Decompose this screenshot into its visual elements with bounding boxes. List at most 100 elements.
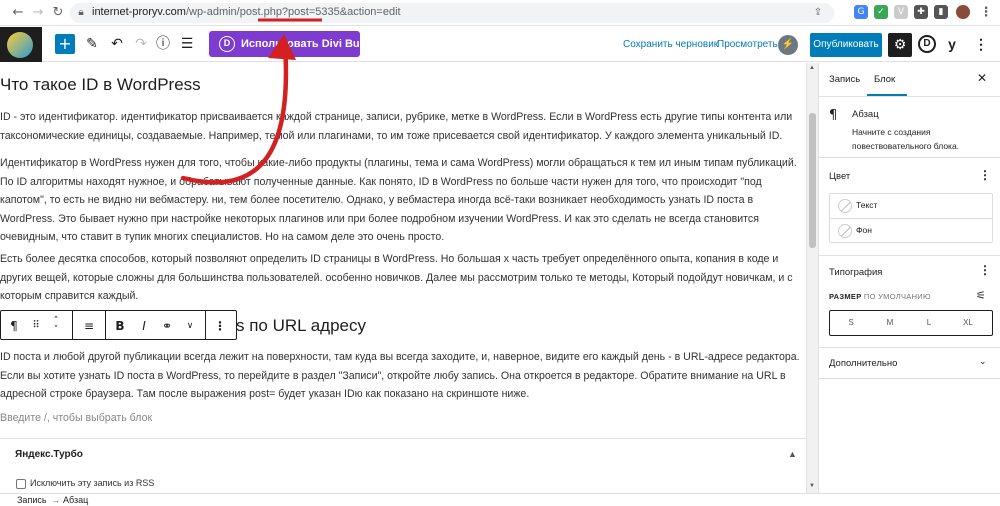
divider — [819, 347, 1000, 348]
post-title[interactable]: Что такое ID в WordPress — [0, 75, 201, 95]
list-view-icon[interactable]: ☰ — [178, 35, 196, 53]
size-option-xl[interactable]: XL — [958, 318, 978, 327]
translate-extension-icon[interactable]: G — [854, 5, 868, 19]
back-icon[interactable]: ← — [10, 5, 26, 21]
divi-builder-button[interactable]: D Использовать Divi Builder — [209, 31, 383, 57]
shield-extension-icon[interactable]: ✓ — [874, 5, 888, 19]
paragraph-block[interactable]: Идентификатор в WordPress нужен для того… — [0, 154, 800, 247]
settings-sidebar: Запись Блок ✕ ¶ Абзац Начните с создания… — [818, 63, 1000, 493]
move-up-down-icon[interactable]: ˄ ˅ — [50, 317, 62, 335]
rocket-icon[interactable]: ⚡ — [778, 35, 798, 55]
scroll-up-icon[interactable]: ▲ — [809, 65, 815, 71]
paragraph-block[interactable]: Есть более десятка способов, который поз… — [0, 250, 800, 306]
paragraph-block[interactable]: ID - это идентификатор. идентификатор пр… — [0, 108, 800, 145]
color-panel-title: Цвет — [829, 171, 851, 182]
divider — [819, 157, 1000, 158]
browser-bar: ← → ↻ 🔒︎ internet-proryv.com/wp-admin/po… — [0, 0, 1000, 26]
italic-icon[interactable]: I — [137, 317, 151, 335]
vpn-extension-icon[interactable]: V — [894, 5, 908, 19]
scroll-down-icon[interactable]: ▼ — [809, 483, 815, 489]
content-scrollbar[interactable]: ▲ ▼ — [806, 63, 818, 493]
block-toolbar: ¶ ⠿ ˄ ˅ ≡ B I ⚭ ∨ ⋮ — [0, 310, 237, 340]
yoast-seo-icon[interactable]: y — [943, 33, 961, 55]
redo-icon[interactable]: ↷ — [132, 35, 150, 53]
profile-avatar[interactable] — [956, 5, 970, 19]
typography-options-icon[interactable]: ⋮ — [979, 263, 991, 277]
sidepanel-icon[interactable]: ▮ — [934, 5, 948, 19]
exclude-rss-checkbox[interactable] — [16, 479, 26, 489]
save-draft-button[interactable]: Сохранить черновик — [623, 39, 718, 50]
size-option-l[interactable]: L — [919, 318, 939, 327]
undo-icon[interactable]: ↶ — [108, 35, 126, 53]
block-card-description: Начните с создания повествовательного бл… — [852, 127, 960, 151]
link-icon[interactable]: ⚭ — [159, 317, 175, 335]
empty-swatch-icon — [838, 224, 852, 238]
size-label-rest: ПО УМОЛЧАНИЮ — [861, 292, 931, 301]
editor-toolbar: + ✎ ↶ ↷ ⓘ ☰ D Использовать Divi Builder С… — [0, 27, 1000, 62]
browser-menu-icon[interactable]: ⋮ — [978, 5, 994, 21]
divider — [819, 255, 1000, 256]
scroll-thumb[interactable] — [809, 113, 816, 248]
advanced-panel-title[interactable]: Дополнительно — [829, 358, 897, 369]
typography-panel-title: Типография — [829, 267, 883, 278]
tools-pencil-icon[interactable]: ✎ — [83, 35, 101, 53]
block-placeholder[interactable]: Введите /, чтобы выбрать блок — [0, 412, 152, 424]
heading-block[interactable]: s по URL адресу — [236, 316, 366, 336]
font-size-toggle-group: S M L XL — [829, 310, 993, 336]
metabox-title[interactable]: Яндекс.Турбо — [15, 449, 83, 460]
bold-icon[interactable]: B — [113, 317, 127, 335]
text-color-label: Текст — [856, 200, 878, 210]
divi-plugin-icon[interactable]: D — [918, 35, 936, 53]
background-color-option[interactable]: Фон — [830, 219, 992, 243]
size-adjust-icon[interactable]: ⚟ — [976, 289, 986, 302]
settings-gear-icon[interactable]: ⚙ — [888, 33, 912, 57]
add-block-button[interactable]: + — [55, 34, 75, 54]
editor-canvas: Что такое ID в WordPress ID - это иденти… — [0, 63, 806, 493]
exclude-rss-label: Исключить эту запись из RSS — [30, 478, 155, 488]
size-option-s[interactable]: S — [841, 318, 861, 327]
site-logo[interactable] — [0, 27, 42, 62]
share-icon[interactable]: ⇪ — [810, 5, 826, 21]
close-icon[interactable]: ✕ — [977, 71, 987, 85]
toolbar-divider — [105, 311, 106, 339]
block-breadcrumb: Запись → Абзац — [0, 493, 1000, 506]
tab-block[interactable]: Блок — [874, 74, 895, 85]
color-settings: Текст Фон — [829, 193, 993, 243]
url-text[interactable]: internet-proryv.com/wp-admin/post.php?po… — [92, 6, 401, 18]
breadcrumb-post[interactable]: Запись — [17, 495, 47, 505]
color-options-icon[interactable]: ⋮ — [979, 168, 991, 182]
breadcrumb-separator: → — [51, 495, 60, 505]
background-color-label: Фон — [856, 225, 872, 235]
lock-icon[interactable]: 🔒︎ — [73, 5, 89, 21]
address-bar[interactable]: 🔒︎ internet-proryv.com/wp-admin/post.php… — [70, 3, 834, 23]
tab-post[interactable]: Запись — [829, 74, 860, 85]
options-menu-icon[interactable]: ⋮ — [974, 35, 988, 53]
drag-handle-icon[interactable]: ⠿ — [29, 317, 43, 335]
empty-swatch-icon — [838, 199, 852, 213]
align-left-icon[interactable]: ≡ — [81, 317, 97, 335]
divi-logo-icon: D — [219, 36, 235, 52]
yandex-turbo-metabox: Яндекс.Турбо ▲ Исключить эту запись из R… — [0, 438, 806, 493]
divider — [819, 378, 1000, 379]
puzzle-extension-icon[interactable]: ✚ — [914, 5, 928, 19]
reload-icon[interactable]: ↻ — [50, 5, 66, 21]
more-options-icon[interactable]: ⋮ — [213, 317, 227, 335]
paragraph-block[interactable]: ID поста и любой другой публикации всегд… — [0, 348, 800, 404]
divi-builder-label: Использовать Divi Builder — [241, 38, 383, 50]
paragraph-icon[interactable]: ¶ — [7, 317, 21, 335]
paragraph-block-icon: ¶ — [829, 108, 838, 123]
size-label-strong: РАЗМЕР — [829, 292, 862, 301]
forward-icon[interactable]: → — [30, 5, 46, 21]
text-color-option[interactable]: Текст — [830, 194, 992, 218]
chevron-down-icon[interactable]: ⌄ — [979, 356, 987, 367]
info-icon[interactable]: ⓘ — [154, 35, 172, 53]
breadcrumb-paragraph[interactable]: Абзац — [63, 495, 88, 505]
font-size-label: РАЗМЕР ПО УМОЛЧАНИЮ — [829, 292, 931, 301]
chevron-down-icon[interactable]: ∨ — [183, 317, 197, 335]
chevron-up-icon[interactable]: ▲ — [788, 449, 797, 459]
url-path: /wp-admin/post.php?post=5335&action=edit — [185, 6, 401, 18]
divider — [819, 96, 1000, 97]
preview-button[interactable]: Просмотреть — [717, 39, 778, 50]
publish-button[interactable]: Опубликовать — [810, 33, 882, 57]
size-option-m[interactable]: M — [880, 318, 900, 327]
